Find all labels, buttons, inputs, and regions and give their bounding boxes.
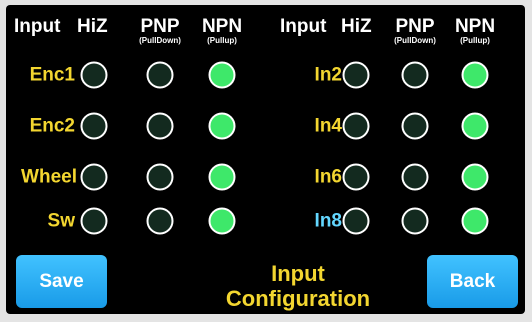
header-pnp-sub-left: (PullDown): [139, 36, 181, 45]
enc1-pnp-radio[interactable]: [146, 61, 174, 89]
wheel-pnp-radio[interactable]: [146, 163, 174, 191]
sw-pnp-radio[interactable]: [146, 207, 174, 235]
header-hiz-left: HiZ: [77, 16, 108, 37]
header-pnp-sub-right: (PullDown): [394, 36, 436, 45]
wheel-npn-radio[interactable]: [208, 163, 236, 191]
header-npn-sub-right: (Pullup): [460, 36, 490, 45]
in2-npn-radio[interactable]: [461, 61, 489, 89]
page-title: Input Configuration: [226, 261, 370, 311]
sw-hiz-radio[interactable]: [80, 207, 108, 235]
header-pnp-right: PNP: [395, 16, 435, 37]
row-label-in8: In8: [314, 210, 342, 232]
in8-hiz-radio[interactable]: [342, 207, 370, 235]
header-hiz-right: HiZ: [341, 16, 372, 37]
in8-npn-radio[interactable]: [461, 207, 489, 235]
header-pnp-left: PNP: [140, 16, 180, 37]
row-label-enc1: Enc1: [29, 64, 75, 86]
in6-hiz-radio[interactable]: [342, 163, 370, 191]
enc2-pnp-radio[interactable]: [146, 112, 174, 140]
in6-npn-radio[interactable]: [461, 163, 489, 191]
row-label-in2: In2: [314, 64, 342, 86]
in8-pnp-radio[interactable]: [401, 207, 429, 235]
page-title-line1: Input: [271, 261, 325, 286]
in2-pnp-radio[interactable]: [401, 61, 429, 89]
header-input-left: Input: [14, 16, 61, 37]
wheel-hiz-radio[interactable]: [80, 163, 108, 191]
in6-pnp-radio[interactable]: [401, 163, 429, 191]
row-label-in6: In6: [314, 166, 342, 188]
enc1-npn-radio[interactable]: [208, 61, 236, 89]
row-label-wheel: Wheel: [21, 166, 77, 188]
in2-hiz-radio[interactable]: [342, 61, 370, 89]
enc2-npn-radio[interactable]: [208, 112, 236, 140]
sw-npn-radio[interactable]: [208, 207, 236, 235]
back-button[interactable]: Back: [427, 255, 518, 308]
header-npn-left: NPN: [201, 16, 243, 37]
in4-npn-radio[interactable]: [461, 112, 489, 140]
row-label-in4: In4: [314, 115, 342, 137]
touch-screen: Input HiZ PNP (PullDown) NPN (Pullup) In…: [6, 5, 525, 314]
row-label-enc2: Enc2: [29, 115, 75, 137]
in4-pnp-radio[interactable]: [401, 112, 429, 140]
page-title-line2: Configuration: [225, 286, 371, 311]
header-input-right: Input: [280, 16, 327, 37]
enc1-hiz-radio[interactable]: [80, 61, 108, 89]
enc2-hiz-radio[interactable]: [80, 112, 108, 140]
row-label-sw: Sw: [47, 210, 75, 232]
header-npn-sub-left: (Pullup): [207, 36, 237, 45]
save-button[interactable]: Save: [16, 255, 107, 308]
header-npn-right: NPN: [454, 16, 496, 37]
in4-hiz-radio[interactable]: [342, 112, 370, 140]
